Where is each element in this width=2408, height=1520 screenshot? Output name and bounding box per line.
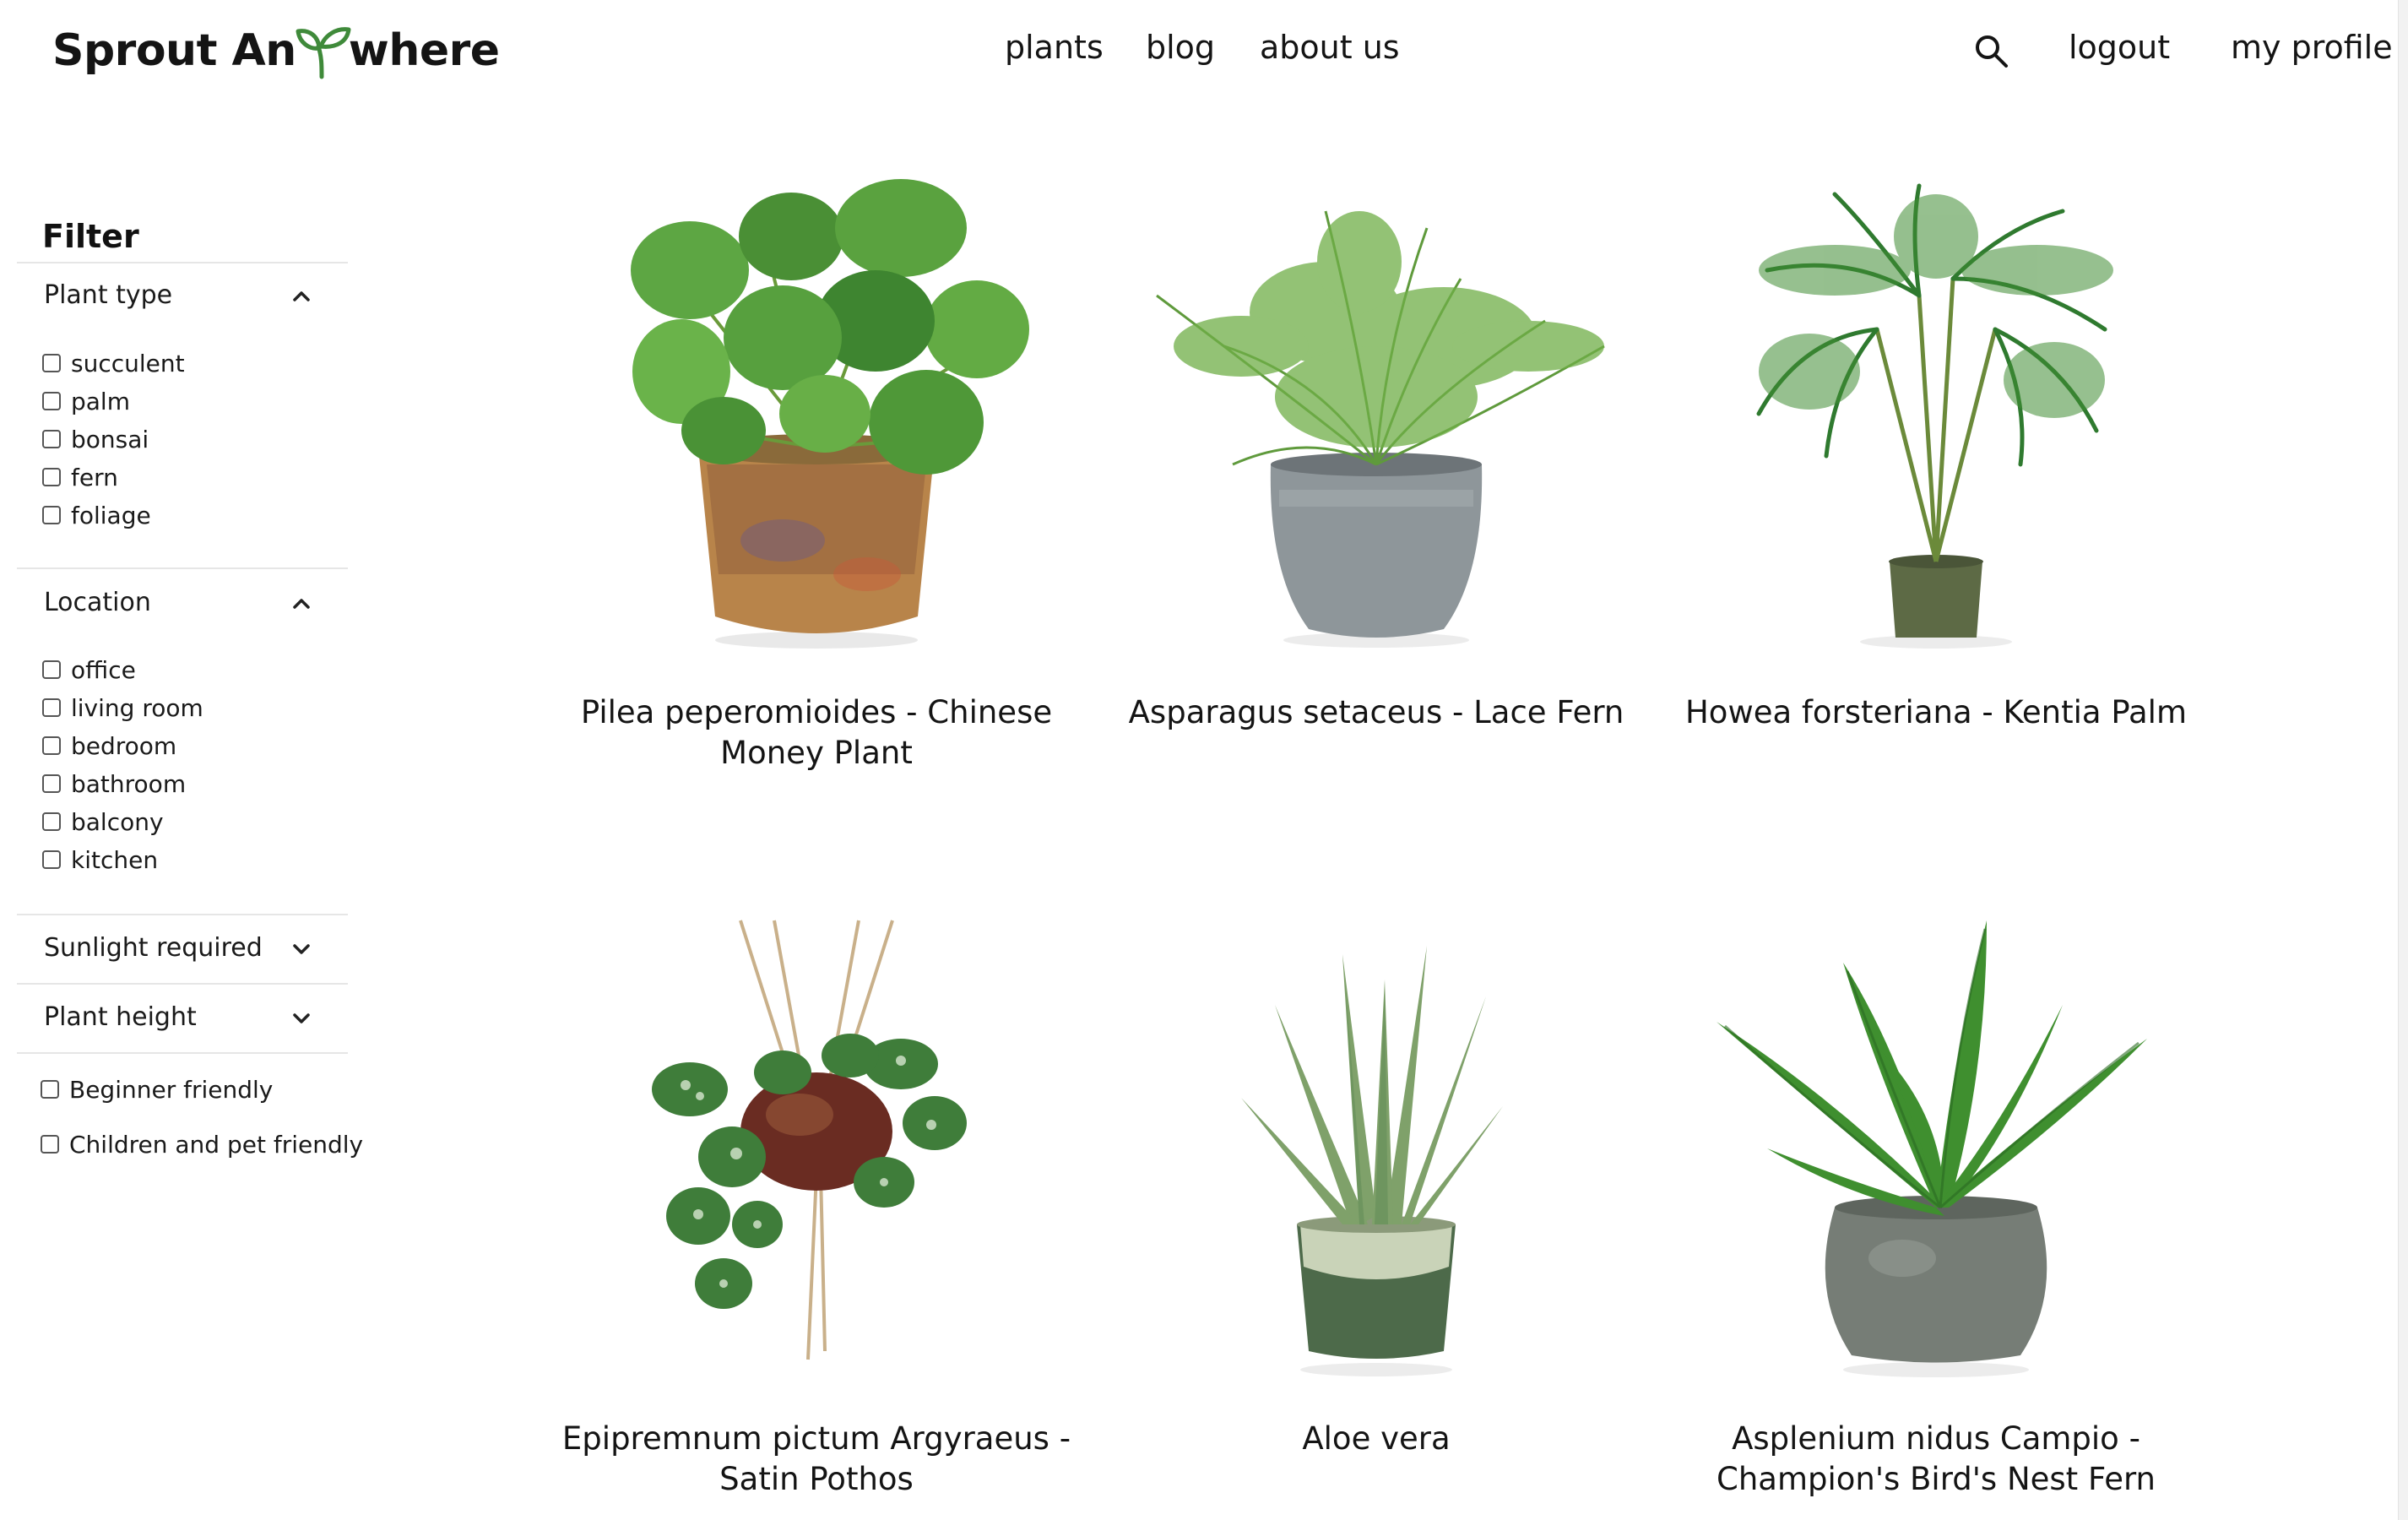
option-label: Beginner friendly <box>69 1075 274 1104</box>
divider <box>17 983 348 985</box>
checkbox[interactable] <box>42 736 61 755</box>
location-option-office[interactable]: office <box>42 655 136 684</box>
checkbox[interactable] <box>42 774 61 793</box>
option-label: foliage <box>71 501 151 529</box>
product-name[interactable]: Pilea peperomioides - Chinese <box>546 692 1087 733</box>
checkbox[interactable] <box>42 354 61 372</box>
option-label: palm <box>71 387 130 415</box>
checkbox[interactable] <box>42 506 61 524</box>
option-label: bedroom <box>71 731 177 760</box>
product-image-pilea[interactable] <box>546 177 1087 667</box>
option-label: living room <box>71 693 203 722</box>
chevron-up-icon[interactable] <box>290 285 312 307</box>
checkbox[interactable] <box>42 850 61 869</box>
location-option-kitchen[interactable]: kitchen <box>42 845 159 874</box>
option-label: balcony <box>71 807 164 836</box>
product-name[interactable]: Epipremnum pictum Argyraeus - <box>546 1419 1087 1459</box>
plant-type-header[interactable]: Plant type <box>44 280 172 310</box>
option-label: office <box>71 655 136 684</box>
site-header: Sprout An where plants blog about us log… <box>0 0 2408 101</box>
search-icon[interactable] <box>1972 32 2009 69</box>
product-name[interactable]: Satin Pothos <box>546 1459 1087 1500</box>
product-name[interactable]: Aloe vera <box>1106 1419 1646 1459</box>
page-scrollbar[interactable] <box>2398 0 2408 1520</box>
checkbox[interactable] <box>42 660 61 679</box>
product-name[interactable]: Champion's Bird's Nest Fern <box>1666 1459 2206 1500</box>
checkbox[interactable] <box>41 1135 59 1154</box>
checkbox[interactable] <box>42 468 61 486</box>
filter-title: Filter <box>42 218 139 255</box>
product-image-satin-pothos[interactable] <box>546 904 1087 1393</box>
checkbox[interactable] <box>41 1080 59 1099</box>
chevron-down-icon[interactable] <box>290 938 312 960</box>
nav-about-us[interactable]: about us <box>1260 29 1400 66</box>
beginner-friendly-option[interactable]: Beginner friendly <box>41 1075 274 1104</box>
plant-height-header[interactable]: Plant height <box>44 1002 197 1032</box>
sprout-icon <box>296 27 351 79</box>
checkbox[interactable] <box>42 392 61 410</box>
plant-type-option-palm[interactable]: palm <box>42 388 130 415</box>
divider <box>17 567 348 569</box>
checkbox[interactable] <box>42 812 61 831</box>
checkbox[interactable] <box>42 430 61 448</box>
nav-blog[interactable]: blog <box>1146 29 1215 66</box>
option-label: bathroom <box>71 769 187 798</box>
option-label: kitchen <box>71 845 159 874</box>
option-label: fern <box>71 463 118 491</box>
plant-type-option-foliage[interactable]: foliage <box>42 502 151 529</box>
location-header[interactable]: Location <box>44 588 151 617</box>
product-image-birds-nest-fern[interactable] <box>1666 904 2206 1393</box>
product-name[interactable]: Money Plant <box>546 733 1087 774</box>
product-image-aloe-vera[interactable] <box>1106 904 1646 1393</box>
my-profile-link[interactable]: my profile <box>2231 29 2393 66</box>
pet-friendly-option[interactable]: Children and pet friendly <box>41 1130 364 1159</box>
product-image-asparagus[interactable] <box>1106 177 1646 667</box>
checkbox[interactable] <box>42 698 61 717</box>
product-image-kentia-palm[interactable] <box>1666 177 2206 667</box>
divider <box>17 914 348 915</box>
plant-type-option-bonsai[interactable]: bonsai <box>42 426 149 453</box>
logo[interactable]: Sprout An where <box>52 17 500 84</box>
logo-text-left: Sprout An <box>52 25 296 76</box>
divider <box>17 262 348 263</box>
divider <box>17 1052 348 1054</box>
option-label: bonsai <box>71 425 149 453</box>
product-name[interactable]: Howea forsteriana - Kentia Palm <box>1666 692 2206 733</box>
plant-type-option-fern[interactable]: fern <box>42 464 118 491</box>
logo-text-right: where <box>348 25 500 76</box>
product-name[interactable]: Asparagus setaceus - Lace Fern <box>1106 692 1646 733</box>
chevron-down-icon[interactable] <box>290 1007 312 1029</box>
location-option-bedroom[interactable]: bedroom <box>42 731 177 760</box>
location-option-balcony[interactable]: balcony <box>42 807 164 836</box>
product-name[interactable]: Asplenium nidus Campio - <box>1666 1419 2206 1459</box>
nav-plants[interactable]: plants <box>1005 29 1104 66</box>
location-option-bathroom[interactable]: bathroom <box>42 769 187 798</box>
option-label: Children and pet friendly <box>69 1130 364 1159</box>
option-label: succulent <box>71 349 185 377</box>
chevron-up-icon[interactable] <box>290 593 312 615</box>
logout-link[interactable]: logout <box>2069 29 2170 66</box>
sunlight-header[interactable]: Sunlight required <box>44 933 263 963</box>
plant-type-option-succulent[interactable]: succulent <box>42 350 185 377</box>
location-option-living-room[interactable]: living room <box>42 693 203 722</box>
